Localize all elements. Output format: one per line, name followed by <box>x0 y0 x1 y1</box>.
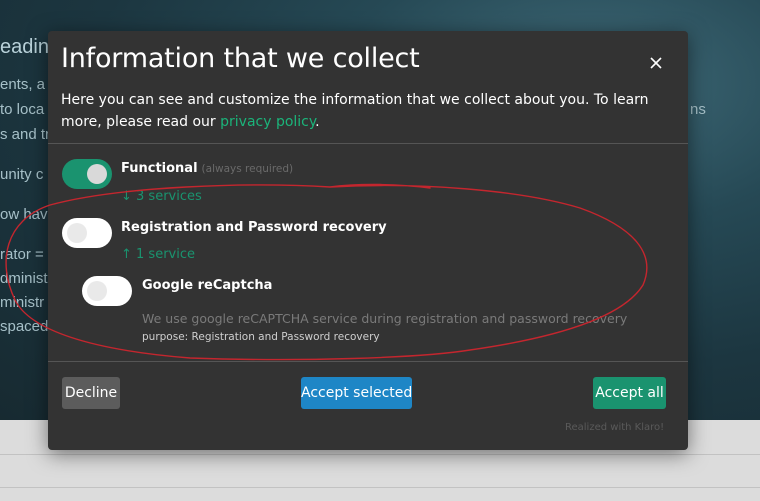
registration-toggle[interactable] <box>62 218 112 248</box>
bg-text-fragment: spaced <box>0 318 49 335</box>
bg-divider <box>0 454 760 455</box>
toggle-knob <box>67 223 87 243</box>
close-button[interactable] <box>646 53 666 73</box>
toggle-knob <box>87 281 107 301</box>
functional-toggle[interactable] <box>62 159 112 189</box>
required-note: (always required) <box>201 163 294 175</box>
functional-label: Functional (always required) <box>121 161 294 176</box>
recaptcha-toggle[interactable] <box>82 276 132 306</box>
accept-selected-button[interactable]: Accept selected <box>301 377 412 409</box>
decline-button[interactable]: Decline <box>62 377 120 409</box>
modal-description: Here you can see and customize the infor… <box>61 92 649 130</box>
divider <box>48 143 688 144</box>
bg-heading-fragment: eadin <box>0 36 49 58</box>
bg-text-fragment: dminist <box>0 270 48 287</box>
modal-title: Information that we collect <box>61 43 420 74</box>
divider <box>48 361 688 362</box>
bg-text-fragment: unity c <box>0 166 44 183</box>
privacy-policy-link[interactable]: privacy policy <box>220 114 315 130</box>
accept-all-button[interactable]: Accept all <box>593 377 666 409</box>
bg-text-fragment: ministr <box>0 294 45 311</box>
registration-label: Registration and Password recovery <box>121 220 387 235</box>
recaptcha-purpose: purpose: Registration and Password recov… <box>142 331 380 343</box>
functional-services-toggle[interactable]: ↓ 3 services <box>121 189 202 204</box>
bg-text-fragment: to loca <box>0 101 45 118</box>
bg-text-fragment: ow hav <box>0 206 48 223</box>
bg-text-fragment: s and tr <box>0 126 51 143</box>
toggle-knob <box>87 164 107 184</box>
registration-services-toggle[interactable]: ↑ 1 service <box>121 247 195 262</box>
consent-modal: Information that we collect Here you can… <box>48 31 688 450</box>
recaptcha-label: Google reCaptcha <box>142 278 273 293</box>
close-icon <box>650 57 662 69</box>
bg-text-fragment-right: ns <box>690 101 706 118</box>
bg-text-fragment: ents, a <box>0 76 46 93</box>
bg-divider <box>0 487 760 488</box>
recaptcha-description: We use google reCAPTCHA service during r… <box>142 311 628 326</box>
bg-text-fragment: rator = <box>0 246 44 263</box>
powered-by-link[interactable]: Realized with Klaro! <box>565 422 664 433</box>
